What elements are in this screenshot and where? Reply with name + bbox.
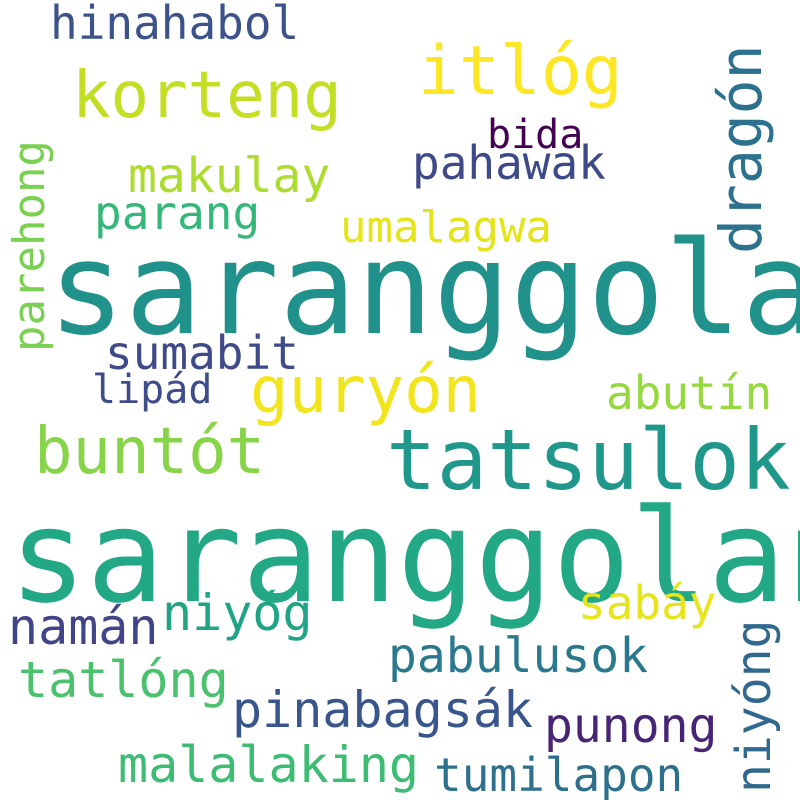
- word-lipad: lipád: [92, 367, 213, 413]
- word-tatlong: tatlóng: [18, 651, 229, 709]
- word-abutin: abutín: [606, 366, 773, 420]
- word-parang: parang: [94, 186, 261, 240]
- word-pabulusok: pabulusok: [388, 628, 649, 684]
- word-naman: namán: [8, 598, 159, 656]
- word-tumilapon: tumilapon: [434, 748, 684, 800]
- word-korteng: korteng: [72, 59, 342, 133]
- word-hinahabol: hinahabol: [50, 0, 300, 50]
- word-niyog: niyóg: [162, 584, 313, 642]
- word-punong: punong: [544, 698, 718, 754]
- word-cloud: saranggola saranggolang tatsulok dragón …: [0, 0, 800, 800]
- word-pinabagsak: pinabagsák: [232, 681, 534, 739]
- word-buntot: buntót: [34, 415, 266, 489]
- word-dragon: dragón: [707, 44, 775, 254]
- word-tatsulok: tatsulok: [386, 411, 791, 509]
- word-umalagwa: umalagwa: [340, 202, 552, 253]
- word-itlog: itlóg: [418, 32, 623, 111]
- word-malalaking: malalaking: [118, 736, 420, 794]
- word-parehong: parehong: [4, 140, 55, 352]
- word-niyong: niyóng: [726, 619, 782, 793]
- word-sabay: sabáy: [578, 576, 717, 630]
- word-pahawak: pahawak: [412, 136, 606, 190]
